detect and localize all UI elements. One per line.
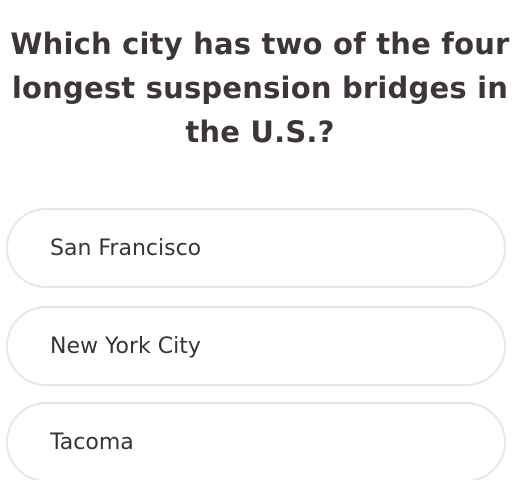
answer-option-label: Tacoma [50, 429, 134, 455]
answer-option-new-york-city[interactable]: New York City [6, 306, 506, 386]
answer-option-san-francisco[interactable]: San Francisco [6, 208, 506, 288]
answer-option-label: New York City [50, 333, 201, 359]
question-text: Which city has two of the four longest s… [10, 27, 510, 149]
answer-option-label: San Francisco [50, 235, 202, 261]
answer-option-tacoma[interactable]: Tacoma [6, 402, 506, 480]
quiz-card: Which city has two of the four longest s… [0, 0, 520, 480]
